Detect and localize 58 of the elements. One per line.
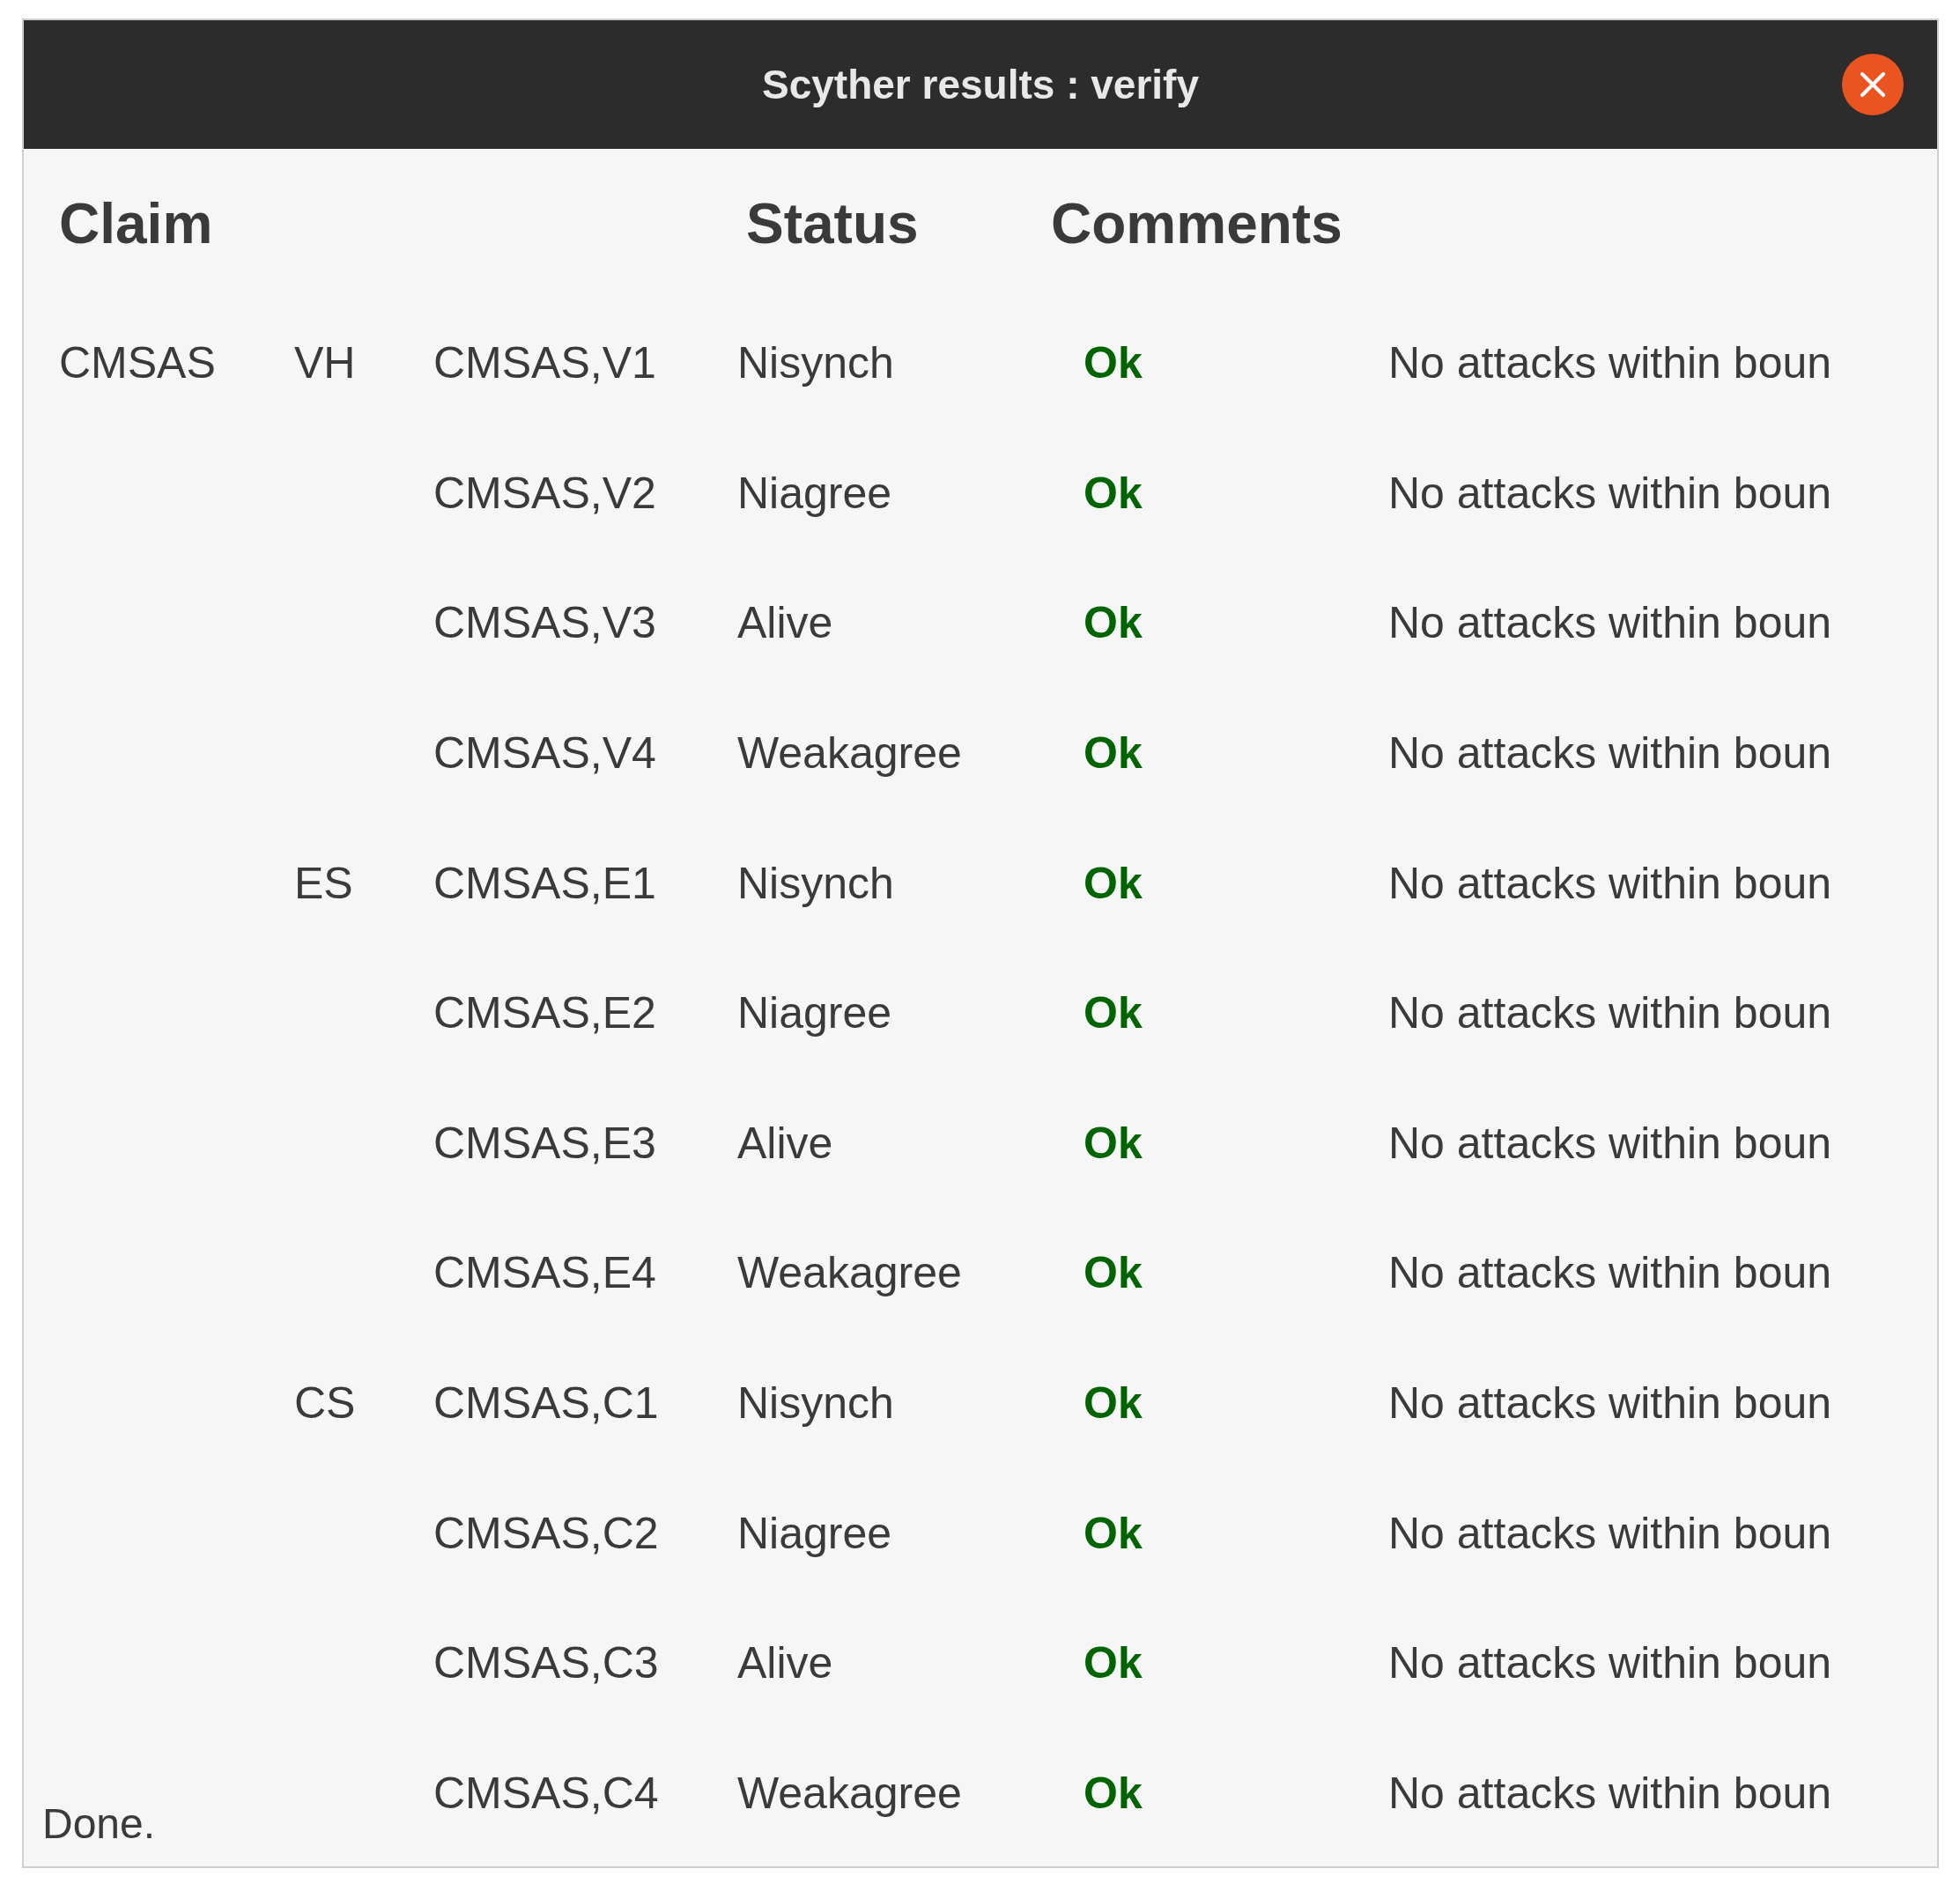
claim-type-cell: Nisynch	[737, 858, 894, 908]
status-cell: Ok	[1084, 728, 1143, 779]
window-title: Scyther results : verify	[762, 60, 1199, 109]
claim-cell: CMSAS,C2	[433, 1508, 659, 1558]
comment-cell: No attacks within boun	[1388, 1118, 1832, 1168]
status-text: Done.	[42, 1799, 156, 1849]
comment-cell: No attacks within boun	[1388, 728, 1832, 779]
claim-type-cell: Weakagree	[737, 728, 962, 779]
role-cell: CS	[294, 1378, 356, 1429]
column-header: Claim	[59, 192, 213, 255]
claim-cell: CMSAS,V4	[433, 728, 656, 779]
role-cell: VH	[294, 338, 356, 388]
close-icon	[1860, 71, 1886, 98]
claim-cell: CMSAS,V2	[433, 468, 656, 518]
claim-type-cell: Alive	[737, 598, 833, 648]
role-cell: ES	[294, 858, 353, 908]
claim-type-cell: Niagree	[737, 468, 892, 518]
comment-cell: No attacks within boun	[1388, 338, 1832, 388]
status-cell: Ok	[1084, 468, 1143, 518]
claim-cell: CMSAS,C4	[433, 1768, 659, 1818]
status-cell: Ok	[1084, 1768, 1143, 1818]
claim-cell: CMSAS,V1	[433, 338, 656, 388]
comment-cell: No attacks within boun	[1388, 1508, 1832, 1558]
status-cell: Ok	[1084, 1638, 1143, 1688]
claim-type-cell: Niagree	[737, 1508, 892, 1558]
status-cell: Ok	[1084, 1508, 1143, 1558]
claim-type-cell: Nisynch	[737, 338, 894, 388]
claim-type-cell: Weakagree	[737, 1248, 962, 1298]
comment-cell: No attacks within boun	[1388, 1378, 1832, 1429]
claim-cell: CMSAS,E4	[433, 1248, 656, 1298]
comment-cell: No attacks within boun	[1388, 1638, 1832, 1688]
comment-cell: No attacks within boun	[1388, 858, 1832, 908]
status-cell: Ok	[1084, 598, 1143, 648]
claim-type-cell: Nisynch	[737, 1378, 894, 1429]
status-cell: Ok	[1084, 338, 1143, 388]
column-header: Comments	[1051, 192, 1342, 255]
claim-type-cell: Weakagree	[737, 1768, 962, 1818]
claim-type-cell: Alive	[737, 1638, 833, 1688]
comment-cell: No attacks within boun	[1388, 1768, 1832, 1818]
claim-cell: CMSAS,E2	[433, 988, 656, 1038]
status-cell: Ok	[1084, 858, 1143, 908]
protocol-cell: CMSAS	[59, 338, 216, 388]
claim-cell: CMSAS,C1	[433, 1378, 659, 1429]
status-cell: Ok	[1084, 1248, 1143, 1298]
comment-cell: No attacks within boun	[1388, 1248, 1832, 1298]
comment-cell: No attacks within boun	[1388, 988, 1832, 1038]
comment-cell: No attacks within boun	[1388, 598, 1832, 648]
comment-cell: No attacks within boun	[1388, 468, 1832, 518]
claim-type-cell: Niagree	[737, 988, 892, 1038]
status-cell: Ok	[1084, 988, 1143, 1038]
claim-type-cell: Alive	[737, 1118, 833, 1168]
claim-cell: CMSAS,E3	[433, 1118, 656, 1168]
claim-cell: CMSAS,E1	[433, 858, 656, 908]
claim-cell: CMSAS,C3	[433, 1638, 659, 1688]
status-cell: Ok	[1084, 1378, 1143, 1429]
column-header: Status	[746, 192, 919, 255]
status-cell: Ok	[1084, 1118, 1143, 1168]
claim-cell: CMSAS,V3	[433, 598, 656, 648]
